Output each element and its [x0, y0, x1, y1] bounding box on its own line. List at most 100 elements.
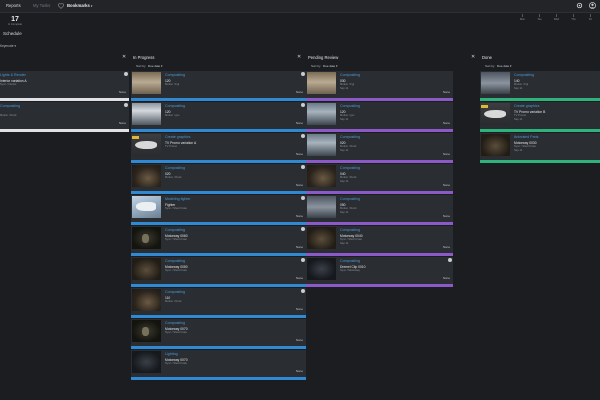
status-dot-icon[interactable] — [301, 165, 305, 169]
task-status[interactable]: None — [443, 245, 450, 249]
nav-my-tasks[interactable]: My Tasks — [33, 3, 50, 8]
task-category[interactable]: Compositing — [165, 73, 185, 77]
task-card[interactable]: Lights & Render Interior variation A Sync … — [0, 71, 129, 101]
task-card[interactable]: Compositing Motorway 0070 Sync / Shed Crat… — [131, 319, 306, 349]
mode-select[interactable]: Keymode ▾ — [0, 44, 16, 48]
close-icon[interactable]: ✕ — [297, 54, 301, 60]
task-thumbnail[interactable] — [132, 134, 161, 156]
task-card[interactable]: Compositing 050 Motion / Dock Sep 11 None — [306, 195, 453, 225]
task-status[interactable]: None — [443, 121, 450, 125]
task-card[interactable]: Compositing 120 Motion / gvc None — [131, 102, 306, 132]
sort-select[interactable]: Due date ▾ — [323, 64, 338, 68]
task-card[interactable]: Animated Parts Motorway 0030 Sync / Shed C… — [480, 133, 600, 163]
status-dot-icon[interactable] — [301, 258, 305, 262]
task-card[interactable]: Lighting Motorway 0070 Sync / Shed Crate No… — [131, 350, 306, 380]
task-card[interactable]: Compositing 030 Motion / Fgi Sep 11 None — [306, 71, 453, 101]
status-dot-icon[interactable] — [301, 289, 305, 293]
task-thumbnail[interactable] — [307, 165, 336, 187]
task-category[interactable]: Compositing — [340, 228, 360, 232]
task-thumbnail[interactable] — [132, 351, 161, 373]
task-category[interactable]: Compositing — [165, 290, 185, 294]
task-status[interactable]: None — [119, 121, 126, 125]
task-category[interactable]: Compositing — [340, 73, 360, 77]
task-status[interactable]: None — [443, 90, 450, 94]
task-category[interactable]: Compositing — [514, 73, 534, 77]
task-status[interactable]: None — [296, 183, 303, 187]
nav-bookmarks[interactable]: Bookmarks▾ — [67, 3, 92, 8]
task-thumbnail[interactable] — [132, 165, 161, 187]
task-category[interactable]: Compositing — [340, 104, 360, 108]
task-thumbnail[interactable] — [132, 320, 161, 342]
status-dot-icon[interactable] — [124, 72, 128, 76]
task-category[interactable]: Compositing — [165, 104, 185, 108]
user-avatar-icon[interactable] — [589, 2, 596, 9]
close-icon[interactable]: ✕ — [122, 54, 126, 60]
task-card[interactable]: Compositing Motorway 0050 Sync / Shed Crat… — [131, 257, 306, 287]
task-status[interactable]: None — [296, 276, 303, 280]
task-category[interactable]: Compositing — [340, 197, 360, 201]
task-category[interactable]: Animated Parts — [514, 135, 539, 139]
heart-icon[interactable] — [58, 2, 64, 9]
task-category[interactable]: Create graphics — [165, 135, 190, 139]
task-card[interactable]: Compositing 120 Motion / Fgi None — [131, 71, 306, 101]
task-thumbnail[interactable] — [132, 196, 161, 218]
task-card[interactable]: Compositing 140 Motion / Fgi Sep 11 — [480, 71, 600, 101]
status-dot-icon[interactable] — [301, 227, 305, 231]
task-card[interactable]: Compositing Motion / Dock None — [0, 102, 129, 132]
close-icon[interactable]: ✕ — [471, 54, 475, 60]
task-card[interactable]: Compositing 020 Motion / Dock None — [131, 164, 306, 194]
task-category[interactable]: Lighting — [165, 352, 178, 356]
task-status[interactable]: None — [296, 214, 303, 218]
task-category[interactable]: Compositing — [0, 104, 20, 108]
task-card[interactable]: Compositing 040 Motion / Dock Sep 11 None — [306, 164, 453, 194]
task-card[interactable]: Compositing Dremel Clip 0010 Sync / Motorw… — [306, 257, 453, 287]
task-card[interactable]: Create graphics TV Promo variation B TV Pr… — [480, 102, 600, 132]
task-thumbnail[interactable] — [307, 258, 336, 280]
task-card[interactable]: Compositing 110 Motion / Dock None — [131, 288, 306, 318]
task-thumbnail[interactable] — [307, 134, 336, 156]
task-card[interactable]: Create graphics TV Promo variation A TV Pr… — [131, 133, 306, 163]
task-thumbnail[interactable] — [481, 134, 510, 156]
task-category[interactable]: Lights & Render — [0, 73, 26, 77]
task-card[interactable]: Modeling fighter Fighter Sync / Shed Crate… — [131, 195, 306, 225]
task-card[interactable]: Compositing Motorway 0060 Sync / Shed Crat… — [131, 226, 306, 256]
task-status[interactable]: None — [296, 121, 303, 125]
task-thumbnail[interactable] — [132, 227, 161, 249]
task-card[interactable]: Compositing 120 Motion / gvc Sep 11 None — [306, 102, 453, 132]
task-category[interactable]: Compositing — [340, 166, 360, 170]
task-category[interactable]: Compositing — [340, 259, 360, 263]
task-category[interactable]: Modeling fighter — [165, 197, 191, 201]
task-status[interactable]: None — [119, 90, 126, 94]
task-category[interactable]: Create graphics — [514, 104, 539, 108]
task-status[interactable]: None — [296, 307, 303, 311]
task-card[interactable]: Compositing Motorway 0040 Sync / Shed Crat… — [306, 226, 453, 256]
task-category[interactable]: Compositing — [165, 321, 185, 325]
task-thumbnail[interactable] — [132, 103, 161, 125]
status-dot-icon[interactable] — [448, 258, 452, 262]
task-thumbnail[interactable] — [132, 258, 161, 280]
task-category[interactable]: Compositing — [165, 259, 185, 263]
task-thumbnail[interactable] — [481, 72, 510, 94]
settings-icon[interactable] — [576, 2, 583, 9]
task-status[interactable]: None — [296, 90, 303, 94]
task-status[interactable]: None — [296, 369, 303, 373]
status-dot-icon[interactable] — [301, 72, 305, 76]
task-thumbnail[interactable] — [307, 72, 336, 94]
nav-reports[interactable]: Reports — [6, 3, 21, 8]
task-thumbnail[interactable] — [307, 227, 336, 249]
task-status[interactable]: None — [296, 338, 303, 342]
task-card[interactable]: Compositing 020 Motion / Dock Sep 11 None — [306, 133, 453, 163]
task-thumbnail[interactable] — [132, 289, 161, 311]
task-category[interactable]: Compositing — [165, 166, 185, 170]
task-status[interactable]: None — [296, 245, 303, 249]
status-dot-icon[interactable] — [124, 103, 128, 107]
task-status[interactable]: None — [443, 276, 450, 280]
task-status[interactable]: None — [443, 152, 450, 156]
task-status[interactable]: None — [296, 152, 303, 156]
task-thumbnail[interactable] — [132, 72, 161, 94]
status-dot-icon[interactable] — [301, 134, 305, 138]
task-thumbnail[interactable] — [307, 103, 336, 125]
sort-select[interactable]: Due date ▾ — [148, 64, 163, 68]
schedule-label[interactable]: Schedule — [3, 31, 22, 36]
task-status[interactable]: None — [443, 183, 450, 187]
